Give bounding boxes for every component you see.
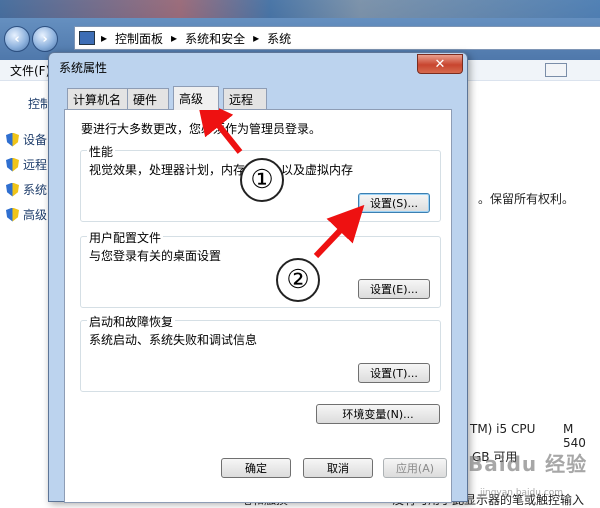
tab-hardware[interactable]: 硬件	[127, 88, 169, 109]
startup-recovery-legend: 启动和故障恢复	[87, 313, 176, 330]
apply-button[interactable]: 应用(A)	[383, 458, 447, 478]
back-button[interactable]: ‹	[4, 26, 30, 52]
admin-note: 要进行大多数更改，您必须作为管理员登录。	[81, 122, 322, 136]
close-button[interactable]: ✕	[417, 54, 463, 74]
cancel-button[interactable]: 取消	[303, 458, 373, 478]
tab-advanced[interactable]: 高级	[173, 86, 219, 110]
copyright-text: 。保留所有权利。	[478, 192, 575, 206]
startup-settings-button[interactable]: 设置(T)...	[358, 363, 430, 383]
left-link-advanced[interactable]: 高级	[6, 206, 47, 223]
control-panel-icon	[79, 31, 95, 45]
dialog-title: 系统属性	[59, 61, 108, 75]
forward-button[interactable]: ›	[32, 26, 58, 52]
shield-icon	[6, 132, 19, 147]
step-one-marker: ①	[240, 158, 284, 202]
user-profile-desc: 与您登录有关的桌面设置	[89, 249, 222, 263]
startup-recovery-group: 启动和故障恢复 系统启动、系统失败和调试信息 设置(T)...	[80, 313, 441, 392]
tab-remote[interactable]: 远程	[223, 88, 267, 109]
help-button[interactable]	[545, 63, 567, 77]
user-profile-group: 用户配置文件 与您登录有关的桌面设置 设置(E)...	[80, 229, 441, 308]
user-profile-legend: 用户配置文件	[87, 229, 164, 246]
ok-button[interactable]: 确定	[221, 458, 291, 478]
watermark-url: jingyan.baidu.com	[480, 488, 564, 498]
shield-icon	[6, 207, 19, 222]
cpu-text: TM) i5 CPU	[470, 422, 536, 436]
left-link-device[interactable]: 设备	[6, 131, 47, 148]
user-profile-settings-button[interactable]: 设置(E)...	[358, 279, 430, 299]
cpu-suffix-text: M 540	[563, 422, 586, 450]
tab-computer-name[interactable]: 计算机名	[67, 88, 129, 109]
left-link-remote[interactable]: 远程	[6, 156, 47, 173]
performance-desc: 视觉效果，处理器计划，内存使用，以及虚拟内存	[89, 163, 354, 177]
left-link-system[interactable]: 系统	[6, 181, 47, 198]
performance-settings-button[interactable]: 设置(S)...	[358, 193, 430, 213]
explorer-title-area: ‹ › ▸ 控制面板 ▸ 系统和安全 ▸ 系统	[0, 0, 600, 60]
taskbar-strip	[0, 0, 600, 18]
breadcrumb-system[interactable]: 系统	[267, 30, 291, 47]
step-two-marker: ②	[276, 258, 320, 302]
environment-variables-button[interactable]: 环境变量(N)...	[316, 404, 440, 424]
breadcrumb-control-panel[interactable]: 控制面板	[115, 30, 163, 47]
address-bar[interactable]: ▸ 控制面板 ▸ 系统和安全 ▸ 系统	[74, 26, 600, 50]
shield-icon	[6, 182, 19, 197]
shield-icon	[6, 157, 19, 172]
system-properties-dialog: 系统属性 ✕ 计算机名 硬件 高级 远程 要进行大多数更改，您必须作为管理员登录…	[48, 52, 468, 503]
watermark-logo: Baidu 经验	[468, 452, 588, 476]
performance-legend: 性能	[87, 143, 116, 160]
breadcrumb-security[interactable]: 系统和安全	[185, 30, 245, 47]
startup-recovery-desc: 系统启动、系统失败和调试信息	[89, 333, 258, 347]
